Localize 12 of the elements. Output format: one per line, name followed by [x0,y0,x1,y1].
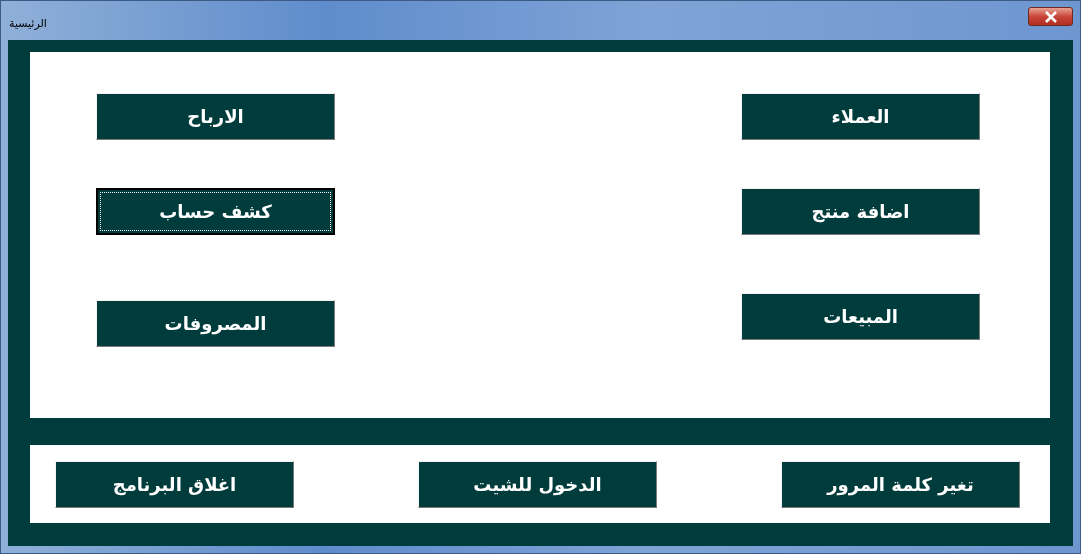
menu-button[interactable]: الارباح [96,93,335,140]
menu-button[interactable]: اغلاق البرنامج [55,460,294,508]
menu-button[interactable]: الدخول للشيت [418,460,657,508]
menu-button[interactable]: المصروفات [96,300,335,347]
menu-button[interactable]: تغير كلمة المرور [781,460,1020,508]
menu-button[interactable]: المبيعات [741,293,980,340]
close-icon [1043,10,1058,23]
close-button[interactable] [1028,7,1073,26]
window-title: الرئيسية [9,17,47,30]
menu-button[interactable]: اضافة منتج [741,188,980,235]
menu-button[interactable]: العملاء [741,93,980,140]
menu-button[interactable]: كشف حساب [96,188,335,235]
